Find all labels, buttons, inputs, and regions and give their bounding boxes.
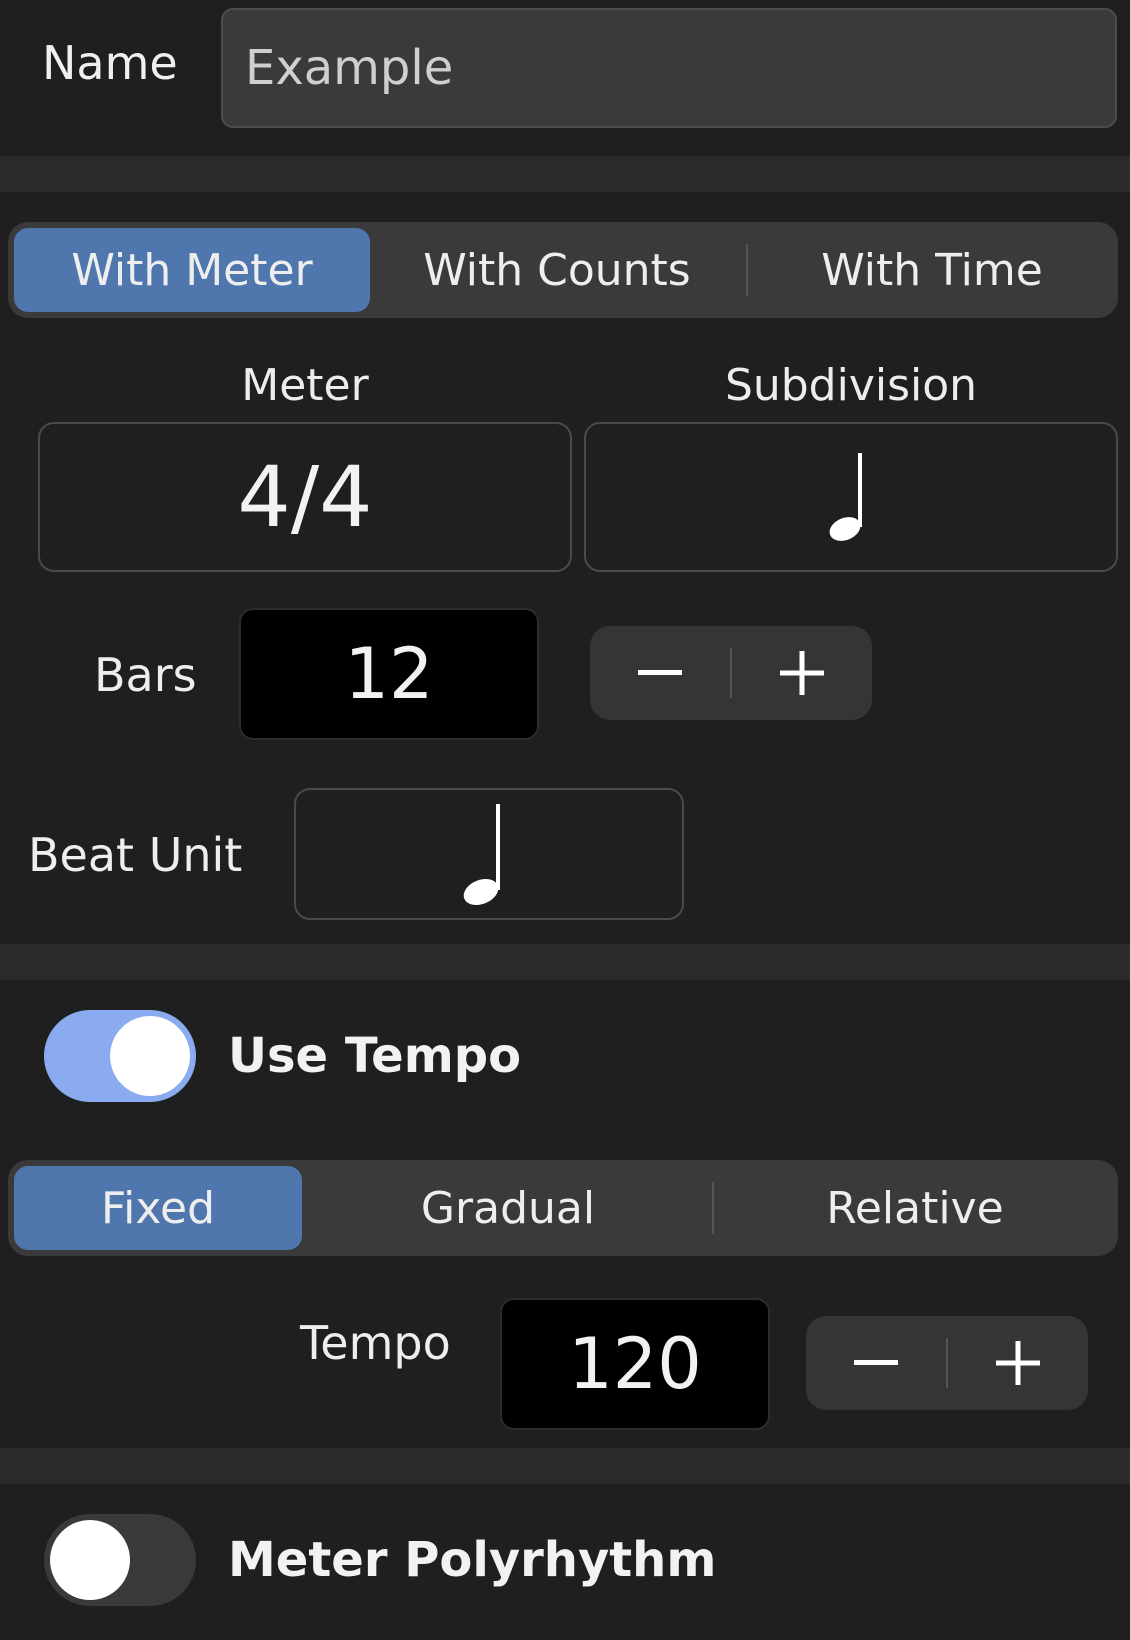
subdivision-picker[interactable] bbox=[584, 422, 1118, 572]
mode-segmented-control: With Meter With Counts With Time bbox=[8, 222, 1118, 318]
meter-picker[interactable]: 4/4 bbox=[38, 422, 572, 572]
plus-icon bbox=[996, 1341, 1040, 1385]
segment-divider bbox=[746, 244, 748, 296]
name-input[interactable] bbox=[221, 8, 1117, 128]
bars-increment-button[interactable] bbox=[732, 626, 872, 720]
bars-value: 12 bbox=[344, 633, 434, 715]
bars-decrement-button[interactable] bbox=[590, 626, 730, 720]
tab-label: With Time bbox=[821, 244, 1043, 296]
meter-value: 4/4 bbox=[237, 448, 373, 546]
meter-label: Meter bbox=[241, 360, 369, 411]
section-separator bbox=[0, 1448, 1130, 1484]
tempo-decrement-button[interactable] bbox=[806, 1316, 946, 1410]
tempo-segmented-control: Fixed Gradual Relative bbox=[8, 1160, 1118, 1256]
use-tempo-label: Use Tempo bbox=[228, 1028, 522, 1084]
tempo-increment-button[interactable] bbox=[948, 1316, 1088, 1410]
beat-unit-label: Beat Unit bbox=[28, 828, 243, 882]
toggle-knob bbox=[110, 1016, 190, 1096]
meter-section: With Meter With Counts With Time Meter S… bbox=[0, 192, 1130, 944]
tab-fixed[interactable]: Fixed bbox=[14, 1166, 302, 1250]
tab-label: With Meter bbox=[71, 244, 313, 296]
tempo-label: Tempo bbox=[300, 1316, 451, 1370]
bars-stepper bbox=[590, 626, 872, 720]
polyrhythm-section: Meter Polyrhythm bbox=[0, 1484, 1130, 1640]
meter-polyrhythm-toggle[interactable] bbox=[44, 1514, 196, 1606]
minus-icon bbox=[638, 670, 682, 675]
quarter-note-icon bbox=[829, 453, 862, 541]
meter-polyrhythm-label: Meter Polyrhythm bbox=[228, 1532, 717, 1588]
tab-label: Relative bbox=[826, 1182, 1004, 1234]
bars-label: Bars bbox=[94, 648, 197, 702]
tab-label: Gradual bbox=[420, 1182, 596, 1234]
tempo-value-field[interactable]: 120 bbox=[500, 1298, 770, 1430]
name-section: Name bbox=[0, 0, 1130, 156]
tab-label: With Counts bbox=[423, 244, 691, 296]
use-tempo-toggle[interactable] bbox=[44, 1010, 196, 1102]
bars-value-field[interactable]: 12 bbox=[239, 608, 539, 740]
tab-with-counts[interactable]: With Counts bbox=[372, 228, 742, 312]
section-separator bbox=[0, 944, 1130, 980]
tab-gradual[interactable]: Gradual bbox=[308, 1166, 708, 1250]
tempo-value: 120 bbox=[568, 1323, 702, 1405]
section-separator bbox=[0, 156, 1130, 192]
subdivision-label: Subdivision bbox=[724, 360, 978, 411]
toggle-knob bbox=[50, 1520, 130, 1600]
beat-unit-picker[interactable] bbox=[294, 788, 684, 920]
tempo-section: Use Tempo Fixed Gradual Relative Tempo 1… bbox=[0, 980, 1130, 1448]
tab-label: Fixed bbox=[100, 1182, 216, 1234]
tab-with-time[interactable]: With Time bbox=[752, 228, 1112, 312]
tab-relative[interactable]: Relative bbox=[718, 1166, 1112, 1250]
minus-icon bbox=[854, 1360, 898, 1365]
name-label: Name bbox=[42, 36, 178, 90]
plus-icon bbox=[780, 651, 824, 695]
tempo-stepper bbox=[806, 1316, 1088, 1410]
half-note-icon bbox=[463, 804, 500, 906]
segment-divider bbox=[712, 1182, 714, 1234]
tab-with-meter[interactable]: With Meter bbox=[14, 228, 370, 312]
